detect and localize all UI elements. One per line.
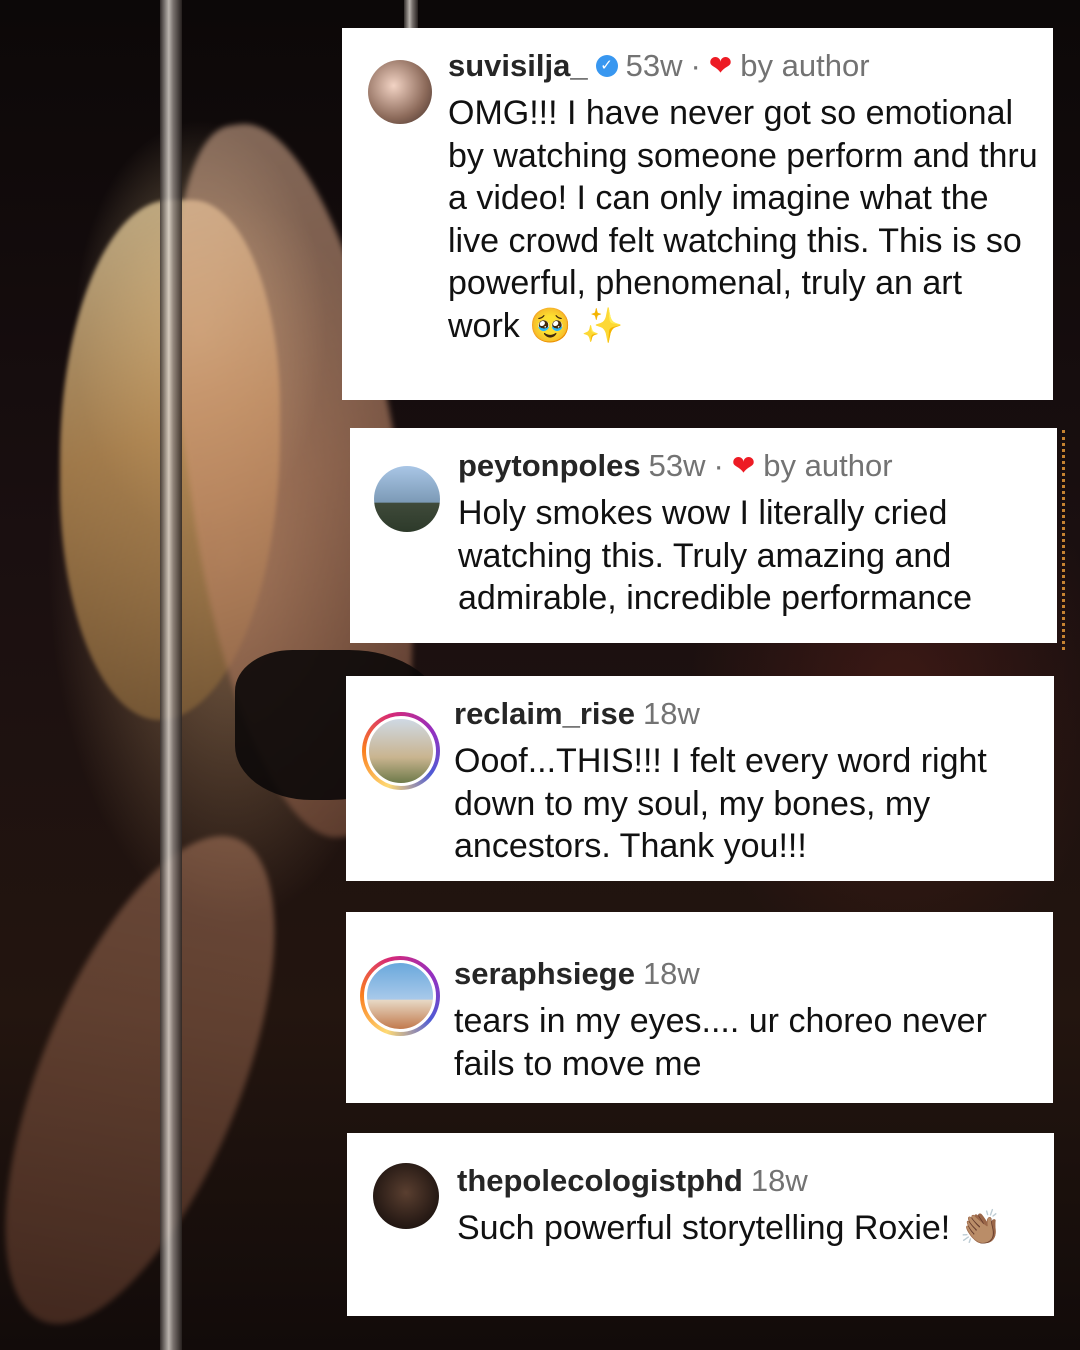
comment-meta: seraphsiege 18w xyxy=(454,954,1044,994)
timestamp: 18w xyxy=(750,1163,808,1198)
timestamp: 53w xyxy=(648,448,706,483)
comment-meta: thepolecologistphd 18w xyxy=(457,1161,1047,1201)
avatar[interactable] xyxy=(368,60,432,124)
timestamp: 18w xyxy=(642,956,700,991)
separator: · xyxy=(690,48,701,83)
comment-text: Ooof...THIS!!! I felt every word right d… xyxy=(454,742,987,865)
username[interactable]: reclaim_rise xyxy=(454,694,635,734)
heart-icon: ❤ xyxy=(708,50,733,81)
comment-card: reclaim_rise 18w Ooof...THIS!!! I felt e… xyxy=(346,676,1054,881)
username[interactable]: peytonpoles xyxy=(458,446,641,486)
timestamp: 18w xyxy=(642,696,700,731)
avatar-story-ring[interactable] xyxy=(360,956,440,1036)
liked-by-author-label: by author xyxy=(763,448,893,483)
avatar xyxy=(366,716,436,786)
username[interactable]: thepolecologistphd xyxy=(457,1161,743,1201)
verified-icon: ✓ xyxy=(595,55,618,77)
comment-card: peytonpoles 53w · ❤ by author Holy smoke… xyxy=(350,428,1057,643)
comment-card: suvisilja_ ✓ 53w · ❤ by author OMG!!! I … xyxy=(342,28,1053,400)
separator: · xyxy=(713,448,724,483)
comment-meta: peytonpoles 53w · ❤ by author xyxy=(458,446,1038,486)
comment-text: Such powerful storytelling Roxie! 👏🏽 xyxy=(457,1209,1003,1247)
photo-pole xyxy=(160,0,182,1350)
avatar-story-ring[interactable] xyxy=(362,712,440,790)
avatar xyxy=(364,960,436,1032)
avatar[interactable] xyxy=(374,466,440,532)
comment-meta: reclaim_rise 18w xyxy=(454,694,1034,734)
avatar[interactable] xyxy=(373,1163,439,1229)
comment-text: Holy smokes wow I literally cried watchi… xyxy=(458,494,973,617)
comment-meta: suvisilja_ ✓ 53w · ❤ by author xyxy=(448,46,1038,86)
comment-card: thepolecologistphd 18w Such powerful sto… xyxy=(347,1133,1054,1316)
heart-icon: ❤ xyxy=(731,450,756,481)
liked-by-author-label: by author xyxy=(740,48,870,83)
timestamp: 53w xyxy=(625,48,683,83)
comment-text: OMG!!! I have never got so emotional by … xyxy=(448,94,1038,345)
comment-card: seraphsiege 18w tears in my eyes.... ur … xyxy=(346,912,1053,1103)
comment-text: tears in my eyes.... ur choreo never fai… xyxy=(454,1002,987,1083)
username[interactable]: suvisilja_ xyxy=(448,46,588,86)
username[interactable]: seraphsiege xyxy=(454,954,635,994)
